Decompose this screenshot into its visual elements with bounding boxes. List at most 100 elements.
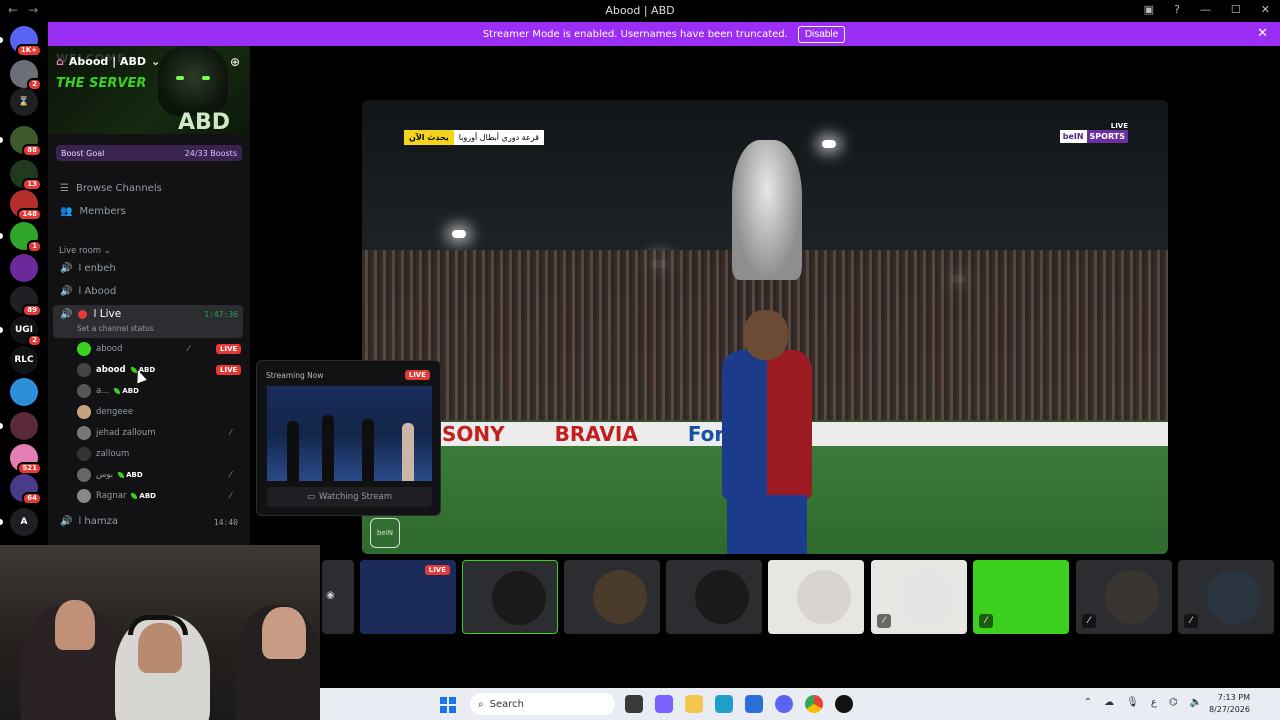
muted-mic-icon: ⁄	[1184, 614, 1198, 628]
clock-date: 8/27/2026	[1208, 705, 1250, 714]
participant-tile[interactable]: ⁄	[1178, 560, 1274, 634]
voice-user-row[interactable]: abood	[77, 341, 122, 357]
server-icon[interactable]: 148	[10, 190, 42, 221]
server-icon[interactable]	[10, 378, 38, 406]
unread-pill	[0, 423, 3, 429]
members-item[interactable]: 👥 Members	[60, 206, 126, 217]
minimize-icon[interactable]: —	[1200, 3, 1211, 16]
voice-channel-live[interactable]: 🔊 ا Live 1:47:36 Set a channel status	[53, 305, 243, 338]
voice-user-row[interactable]: jehad zalloum	[77, 425, 156, 441]
mention-badge: 88	[22, 144, 42, 157]
category-live-room[interactable]: Live room ⌄	[59, 246, 111, 256]
voice-channel-hamza[interactable]: 🔊 ا hamza	[60, 516, 118, 527]
server-icon[interactable]: 1K+	[10, 26, 42, 57]
voice-user-row[interactable]: Ragnar ABD	[77, 488, 156, 504]
webcam-face-right	[262, 607, 306, 659]
unread-pill	[0, 327, 3, 333]
volume-icon[interactable]: 🔈	[1190, 697, 1202, 708]
task-view-icon[interactable]	[625, 695, 643, 713]
server-icon[interactable]: 89	[10, 286, 42, 317]
participant-tile[interactable]	[768, 560, 864, 634]
language-indicator[interactable]: ع	[1151, 697, 1157, 708]
match-title-label: قرعة دوري أبطال أوروبا	[453, 130, 544, 145]
participant-tile[interactable]: ⁄	[871, 560, 967, 634]
close-window-icon[interactable]: ✕	[1261, 3, 1270, 16]
muted-mic-icon: ⁄	[979, 614, 993, 628]
server-name-header[interactable]: ⌂ Abood | ABD ⌄	[56, 55, 160, 68]
network-icon[interactable]: ⌬	[1169, 697, 1178, 708]
banner-server-text: THE SERVER	[56, 76, 147, 91]
stadium-light	[822, 140, 836, 148]
inbox-icon[interactable]: ▣	[1144, 3, 1154, 16]
voice-user-row[interactable]: dengeee	[77, 404, 133, 420]
bein-brand: beIN	[1059, 130, 1087, 143]
participant-tile[interactable]: ⁄	[1076, 560, 1172, 634]
server-icon[interactable]: 1	[10, 222, 42, 253]
preview-person	[402, 423, 414, 481]
scroll-left-tile[interactable]: ◉	[322, 560, 354, 634]
voice-channel-name: ا Abood	[78, 286, 117, 297]
server-icon[interactable]: UGI 2	[10, 316, 42, 347]
channel-status-input[interactable]: Set a channel status	[77, 324, 154, 333]
stream-preview-thumbnail[interactable]	[267, 386, 432, 481]
server-icon[interactable]: 521	[10, 444, 42, 475]
participant-tile[interactable]	[666, 560, 762, 634]
teams-icon[interactable]	[655, 695, 673, 713]
participant-tile[interactable]	[564, 560, 660, 634]
speaker-icon: 🔊	[60, 286, 73, 297]
windows-start-icon[interactable]	[440, 697, 456, 713]
ad-sony: SONY	[442, 422, 505, 446]
microphone-icon[interactable]: 🎙	[1126, 697, 1139, 708]
voice-channel-enbeh[interactable]: 🔊 ا enbeh	[60, 263, 116, 274]
stadium-light	[452, 230, 466, 238]
server-icon[interactable]: 88	[10, 126, 42, 157]
server-icon[interactable]: 13	[10, 160, 42, 191]
cloud-icon[interactable]: ☁	[1104, 697, 1114, 708]
speaker-icon: 🔊	[60, 263, 73, 274]
participant-avatar	[1207, 570, 1261, 624]
participant-avatar	[695, 570, 749, 624]
app-icon[interactable]	[835, 695, 853, 713]
browse-channels-item[interactable]: ☰ Browse Channels	[60, 183, 162, 194]
chevron-up-icon[interactable]: ⌃	[1084, 697, 1092, 708]
watching-stream-button[interactable]: ▭ Watching Stream	[267, 487, 432, 507]
voice-user-row[interactable]: zalloum	[77, 446, 129, 462]
voice-user-name: a...	[96, 386, 110, 396]
server-icon[interactable]: 2	[10, 60, 42, 91]
server-icon[interactable]: RLC	[10, 346, 38, 374]
mention-badge: 148	[17, 208, 42, 221]
tile-live-badge: LIVE	[424, 565, 450, 575]
server-icon[interactable]	[10, 412, 38, 440]
taskbar-clock[interactable]: 7:13 PM 8/27/2026	[1209, 692, 1250, 716]
server-tag: ABD	[114, 387, 139, 395]
help-icon[interactable]: ?	[1174, 3, 1180, 16]
player-figure	[692, 270, 842, 554]
voice-user-row[interactable]: بوس ABD	[77, 467, 143, 483]
server-icon[interactable]: A	[10, 508, 38, 536]
server-icon[interactable]	[10, 254, 38, 282]
participant-tile[interactable]: LIVE	[360, 560, 456, 634]
store-icon[interactable]	[745, 695, 763, 713]
taskbar-search[interactable]: ⌕ Search	[470, 693, 615, 715]
discord-taskbar-icon[interactable]	[775, 695, 793, 713]
participant-tile[interactable]: ⁄	[973, 560, 1069, 634]
update-now-label: يحدث الآن	[404, 130, 454, 145]
server-icon[interactable]: ⌛	[10, 88, 38, 116]
server-icon[interactable]: 64	[10, 474, 42, 505]
participant-avatar	[1105, 570, 1159, 624]
voice-channel-abood[interactable]: 🔊 ا Abood	[60, 286, 116, 297]
invite-people-icon[interactable]: ⊕	[230, 55, 240, 69]
participant-tile[interactable]	[462, 560, 558, 634]
close-banner-icon[interactable]: ✕	[1257, 26, 1268, 41]
file-explorer-icon[interactable]	[685, 695, 703, 713]
main-stream-video[interactable]: SONY BRAVIA Ford يحدث الآن قرعة دوري أبط…	[362, 100, 1168, 554]
chrome-icon[interactable]	[805, 695, 823, 713]
disable-streamer-mode-button[interactable]: Disable	[797, 25, 846, 43]
voice-user-row[interactable]: a... ABD	[77, 383, 139, 399]
boost-goal-bar[interactable]: Boost Goal 24/33 Boosts	[56, 145, 242, 161]
voice-user-name: بوس	[96, 470, 114, 480]
trophy-image	[732, 140, 802, 280]
edge-icon[interactable]	[715, 695, 733, 713]
banner-eye-right	[202, 76, 210, 80]
maximize-icon[interactable]: ☐	[1231, 3, 1241, 16]
